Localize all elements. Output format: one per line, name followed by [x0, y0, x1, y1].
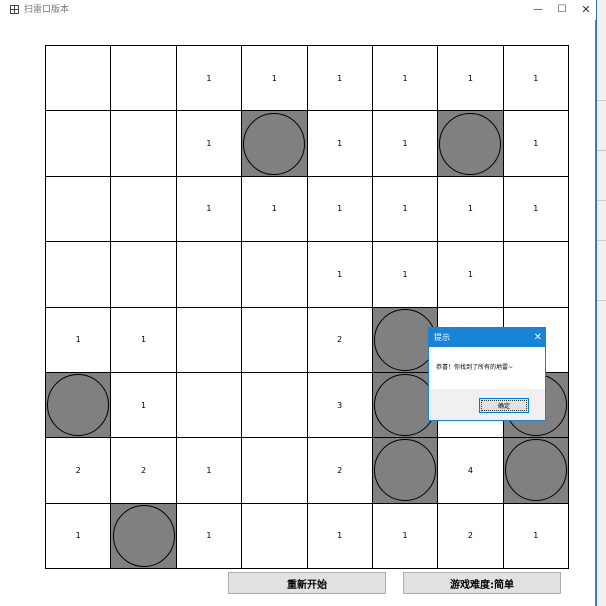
empty-cell[interactable] [242, 307, 308, 373]
empty-cell[interactable] [176, 372, 243, 439]
number-cell[interactable]: 1 [176, 503, 243, 569]
number-cell[interactable]: 1 [307, 242, 373, 308]
number-cell[interactable]: 2 [111, 438, 177, 504]
empty-cell[interactable] [111, 242, 177, 308]
number-cell[interactable]: 1 [503, 46, 569, 112]
mine-cell[interactable] [438, 111, 504, 177]
app-window: 扫雷口版本 — ☐ ✕ 1111111111111111111112132212… [0, 0, 596, 606]
number-cell[interactable]: 1 [372, 46, 439, 112]
empty-cell[interactable] [111, 176, 177, 243]
number-cell[interactable]: 1 [307, 176, 373, 243]
number-cell[interactable]: 1 [503, 503, 569, 569]
empty-cell[interactable] [242, 438, 308, 504]
empty-cell[interactable] [242, 503, 308, 569]
empty-cell[interactable] [503, 242, 569, 308]
mine-cell[interactable] [503, 438, 569, 504]
empty-cell[interactable] [111, 46, 177, 112]
number-cell[interactable]: 1 [372, 176, 439, 243]
mine-cell[interactable] [242, 111, 308, 177]
restart-button[interactable]: 重新开始 [228, 572, 386, 594]
number-cell[interactable]: 1 [46, 307, 112, 373]
window-title: 扫雷口版本 [24, 5, 70, 15]
number-cell[interactable]: 1 [176, 111, 243, 177]
number-cell[interactable]: 1 [438, 46, 504, 112]
mine-icon [243, 112, 306, 175]
dialog-title-bar: 提示 ✕ [429, 328, 545, 347]
message-dialog: 提示 ✕ 恭喜！你找到了所有的地雷~ 确定 [428, 327, 546, 421]
number-cell[interactable]: 1 [242, 176, 308, 243]
number-cell[interactable]: 1 [438, 176, 504, 243]
number-cell[interactable]: 2 [438, 503, 504, 569]
number-cell[interactable]: 1 [176, 46, 243, 112]
empty-cell[interactable] [242, 242, 308, 308]
mine-icon [504, 439, 567, 502]
dialog-body: 恭喜！你找到了所有的地雷~ [429, 347, 545, 389]
minesweeper-board: 11111111111111111111121322124111121 [45, 45, 569, 569]
empty-cell[interactable] [46, 46, 112, 112]
empty-cell[interactable] [111, 111, 177, 177]
empty-cell[interactable] [46, 242, 112, 308]
mine-cell[interactable] [46, 372, 112, 439]
number-cell[interactable]: 1 [503, 176, 569, 243]
number-cell[interactable]: 1 [307, 111, 373, 177]
empty-cell[interactable] [176, 242, 243, 308]
background-window-edge [597, 0, 606, 606]
difficulty-button[interactable]: 游戏难度:简单 [403, 572, 561, 594]
number-cell[interactable]: 2 [307, 307, 373, 373]
number-cell[interactable]: 1 [242, 46, 308, 112]
empty-cell[interactable] [46, 176, 112, 243]
mine-icon [374, 308, 437, 371]
number-cell[interactable]: 1 [176, 176, 243, 243]
number-cell[interactable]: 1 [307, 503, 373, 569]
dialog-title: 提示 [434, 333, 450, 342]
number-cell[interactable]: 2 [46, 438, 112, 504]
mine-cell[interactable] [111, 503, 177, 569]
empty-cell[interactable] [46, 111, 112, 177]
number-cell[interactable]: 1 [372, 503, 439, 569]
number-cell[interactable]: 4 [438, 438, 504, 504]
empty-cell[interactable] [242, 372, 308, 439]
mine-icon [112, 504, 175, 567]
close-button[interactable]: ✕ [572, 0, 600, 20]
number-cell[interactable]: 2 [307, 438, 373, 504]
mine-cell[interactable] [372, 438, 439, 504]
dialog-message: 恭喜！你找到了所有的地雷~ [436, 364, 514, 371]
empty-cell[interactable] [176, 307, 243, 373]
title-bar: 扫雷口版本 — ☐ ✕ [0, 0, 596, 20]
number-cell[interactable]: 1 [111, 307, 177, 373]
mine-icon [47, 374, 110, 437]
number-cell[interactable]: 1 [372, 111, 439, 177]
number-cell[interactable]: 1 [372, 242, 439, 308]
number-cell[interactable]: 1 [46, 503, 112, 569]
number-cell[interactable]: 3 [307, 372, 373, 439]
number-cell[interactable]: 1 [307, 46, 373, 112]
mine-icon [374, 439, 437, 502]
number-cell[interactable]: 1 [176, 438, 243, 504]
dialog-close-icon[interactable]: ✕ [534, 328, 542, 347]
number-cell[interactable]: 1 [438, 242, 504, 308]
number-cell[interactable]: 1 [503, 111, 569, 177]
mine-icon [439, 112, 502, 175]
number-cell[interactable]: 1 [111, 372, 177, 439]
dialog-ok-button[interactable]: 确定 [479, 398, 529, 413]
mine-icon [374, 374, 437, 437]
app-icon [10, 5, 19, 14]
